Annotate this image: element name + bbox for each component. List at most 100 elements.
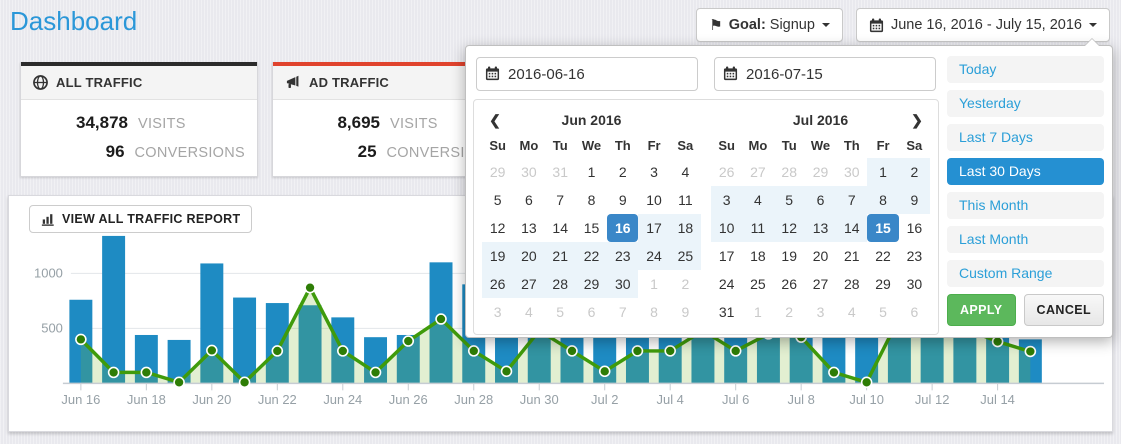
calendar-day[interactable]: 3 bbox=[638, 158, 669, 186]
calendar-day[interactable]: 22 bbox=[867, 242, 898, 270]
range-item-custom-range[interactable]: Custom Range bbox=[947, 260, 1104, 287]
calendar-day[interactable]: 29 bbox=[805, 158, 836, 186]
calendar-day[interactable]: 29 bbox=[576, 270, 607, 298]
calendar-day[interactable]: 9 bbox=[899, 186, 930, 214]
calendar-day[interactable]: 19 bbox=[774, 242, 805, 270]
calendar-day[interactable]: 8 bbox=[576, 186, 607, 214]
calendar-day[interactable]: 16 bbox=[899, 214, 930, 242]
calendar-day[interactable]: 18 bbox=[670, 214, 701, 242]
calendar-day[interactable]: 7 bbox=[836, 186, 867, 214]
calendar-day[interactable]: 2 bbox=[670, 270, 701, 298]
calendar-day[interactable]: 7 bbox=[607, 298, 638, 326]
calendar-day[interactable]: 28 bbox=[836, 270, 867, 298]
calendar-day[interactable]: 30 bbox=[513, 158, 544, 186]
calendar-day[interactable]: 6 bbox=[513, 186, 544, 214]
calendar-day[interactable]: 27 bbox=[742, 158, 773, 186]
calendar-day[interactable]: 1 bbox=[742, 298, 773, 326]
calendar-day[interactable]: 1 bbox=[576, 158, 607, 186]
calendar-day[interactable]: 10 bbox=[638, 186, 669, 214]
calendar-day[interactable]: 30 bbox=[836, 158, 867, 186]
calendar-day[interactable]: 10 bbox=[711, 214, 742, 242]
calendar-day[interactable]: 21 bbox=[836, 242, 867, 270]
goal-selector-button[interactable]: ⚑ Goal: Signup bbox=[696, 8, 843, 42]
apply-button[interactable]: APPLY bbox=[947, 294, 1016, 326]
prev-month-icon[interactable]: ❮ bbox=[482, 112, 508, 129]
calendar-day[interactable]: 22 bbox=[576, 242, 607, 270]
calendar-day[interactable]: 1 bbox=[638, 270, 669, 298]
calendar-day[interactable]: 3 bbox=[711, 186, 742, 214]
calendar-day[interactable]: 3 bbox=[482, 298, 513, 326]
start-date-input[interactable] bbox=[476, 57, 698, 91]
calendar-day[interactable]: 14 bbox=[545, 214, 576, 242]
calendar-day[interactable]: 25 bbox=[742, 270, 773, 298]
calendar-day[interactable]: 5 bbox=[867, 298, 898, 326]
calendar-day[interactable]: 21 bbox=[545, 242, 576, 270]
calendar-day[interactable]: 20 bbox=[805, 242, 836, 270]
calendar-day[interactable]: 24 bbox=[711, 270, 742, 298]
calendar-day[interactable]: 14 bbox=[836, 214, 867, 242]
view-all-traffic-report-button[interactable]: VIEW ALL TRAFFIC REPORT bbox=[29, 205, 252, 233]
range-item-last-30-days[interactable]: Last 30 Days bbox=[947, 158, 1104, 185]
calendar-day[interactable]: 4 bbox=[513, 298, 544, 326]
end-date-input[interactable] bbox=[714, 57, 936, 91]
calendar-day[interactable]: 31 bbox=[711, 298, 742, 326]
calendar-day[interactable]: 23 bbox=[607, 242, 638, 270]
calendar-day[interactable]: 17 bbox=[711, 242, 742, 270]
calendar-day[interactable]: 5 bbox=[545, 298, 576, 326]
calendar-day[interactable]: 9 bbox=[670, 298, 701, 326]
calendar-day[interactable]: 15 bbox=[867, 214, 898, 242]
calendar-day[interactable]: 23 bbox=[899, 242, 930, 270]
calendar-day[interactable]: 24 bbox=[638, 242, 669, 270]
range-item-last-month[interactable]: Last Month bbox=[947, 226, 1104, 253]
calendar-day[interactable]: 2 bbox=[607, 158, 638, 186]
calendar-day[interactable]: 4 bbox=[670, 158, 701, 186]
calendar-day[interactable]: 9 bbox=[607, 186, 638, 214]
calendar-day[interactable]: 4 bbox=[836, 298, 867, 326]
date-range-button[interactable]: June 16, 2016 - July 15, 2016 bbox=[856, 8, 1110, 42]
next-month-icon[interactable]: ❯ bbox=[904, 112, 930, 129]
calendar-day[interactable]: 25 bbox=[670, 242, 701, 270]
calendar-day[interactable]: 29 bbox=[482, 158, 513, 186]
calendar-day[interactable]: 5 bbox=[774, 186, 805, 214]
calendar-day[interactable]: 26 bbox=[711, 158, 742, 186]
calendar-day[interactable]: 26 bbox=[482, 270, 513, 298]
calendar-day[interactable]: 16 bbox=[607, 214, 638, 242]
calendar-day[interactable]: 6 bbox=[899, 298, 930, 326]
calendar-day[interactable]: 2 bbox=[774, 298, 805, 326]
calendar-day[interactable]: 12 bbox=[482, 214, 513, 242]
range-item-last-7-days[interactable]: Last 7 Days bbox=[947, 124, 1104, 151]
calendar-day[interactable]: 1 bbox=[867, 158, 898, 186]
calendar-day[interactable]: 20 bbox=[513, 242, 544, 270]
calendar-day[interactable]: 19 bbox=[482, 242, 513, 270]
calendar-day[interactable]: 29 bbox=[867, 270, 898, 298]
calendar-day[interactable]: 6 bbox=[576, 298, 607, 326]
calendar-day[interactable]: 13 bbox=[513, 214, 544, 242]
calendar-day[interactable]: 28 bbox=[774, 158, 805, 186]
calendar-day[interactable]: 4 bbox=[742, 186, 773, 214]
calendar-day[interactable]: 15 bbox=[576, 214, 607, 242]
cancel-button[interactable]: CANCEL bbox=[1024, 294, 1104, 326]
calendar-day[interactable]: 30 bbox=[899, 270, 930, 298]
calendar-day[interactable]: 8 bbox=[867, 186, 898, 214]
calendar-day[interactable]: 27 bbox=[805, 270, 836, 298]
range-item-today[interactable]: Today bbox=[947, 56, 1104, 83]
calendar-day[interactable]: 31 bbox=[545, 158, 576, 186]
calendar-day[interactable]: 5 bbox=[482, 186, 513, 214]
calendar-day[interactable]: 7 bbox=[545, 186, 576, 214]
range-item-yesterday[interactable]: Yesterday bbox=[947, 90, 1104, 117]
calendar-day[interactable]: 13 bbox=[805, 214, 836, 242]
calendar-day[interactable]: 30 bbox=[607, 270, 638, 298]
calendar-day[interactable]: 18 bbox=[742, 242, 773, 270]
calendar-day[interactable]: 17 bbox=[638, 214, 669, 242]
calendar-day[interactable]: 28 bbox=[545, 270, 576, 298]
calendar-day[interactable]: 27 bbox=[513, 270, 544, 298]
calendar-day[interactable]: 3 bbox=[805, 298, 836, 326]
calendar-day[interactable]: 8 bbox=[638, 298, 669, 326]
calendar-day[interactable]: 2 bbox=[899, 158, 930, 186]
calendar-day[interactable]: 11 bbox=[742, 214, 773, 242]
calendar-day[interactable]: 12 bbox=[774, 214, 805, 242]
calendar-day[interactable]: 11 bbox=[670, 186, 701, 214]
calendar-day[interactable]: 26 bbox=[774, 270, 805, 298]
range-item-this-month[interactable]: This Month bbox=[947, 192, 1104, 219]
calendar-day[interactable]: 6 bbox=[805, 186, 836, 214]
